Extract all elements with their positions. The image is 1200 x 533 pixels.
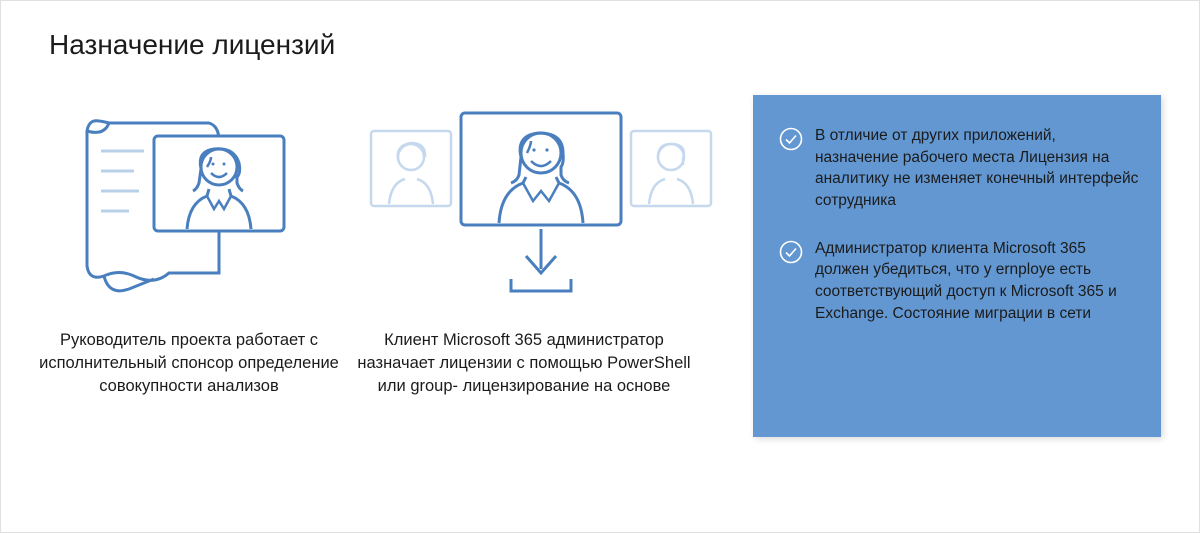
info-item-2: Администратор клиента Microsoft 365 долж… (779, 238, 1139, 325)
check-circle-icon (779, 240, 803, 264)
info-panel: В отличие от других приложений, назначен… (753, 95, 1161, 437)
caption-admin-licenses: Клиент Microsoft 365 администратор назна… (349, 329, 699, 398)
info-text-2: Администратор клиента Microsoft 365 долж… (815, 238, 1139, 325)
info-text-1: В отличие от других приложений, назначен… (815, 125, 1139, 212)
check-circle-icon (779, 127, 803, 151)
illustration-users-download (361, 101, 721, 301)
info-item-1: В отличие от других приложений, назначен… (779, 125, 1139, 212)
illustration-scroll-person (59, 101, 309, 301)
caption-project-manager: Руководитель проекта работает с исполнит… (29, 329, 349, 398)
page-title: Назначение лицензий (49, 29, 335, 61)
